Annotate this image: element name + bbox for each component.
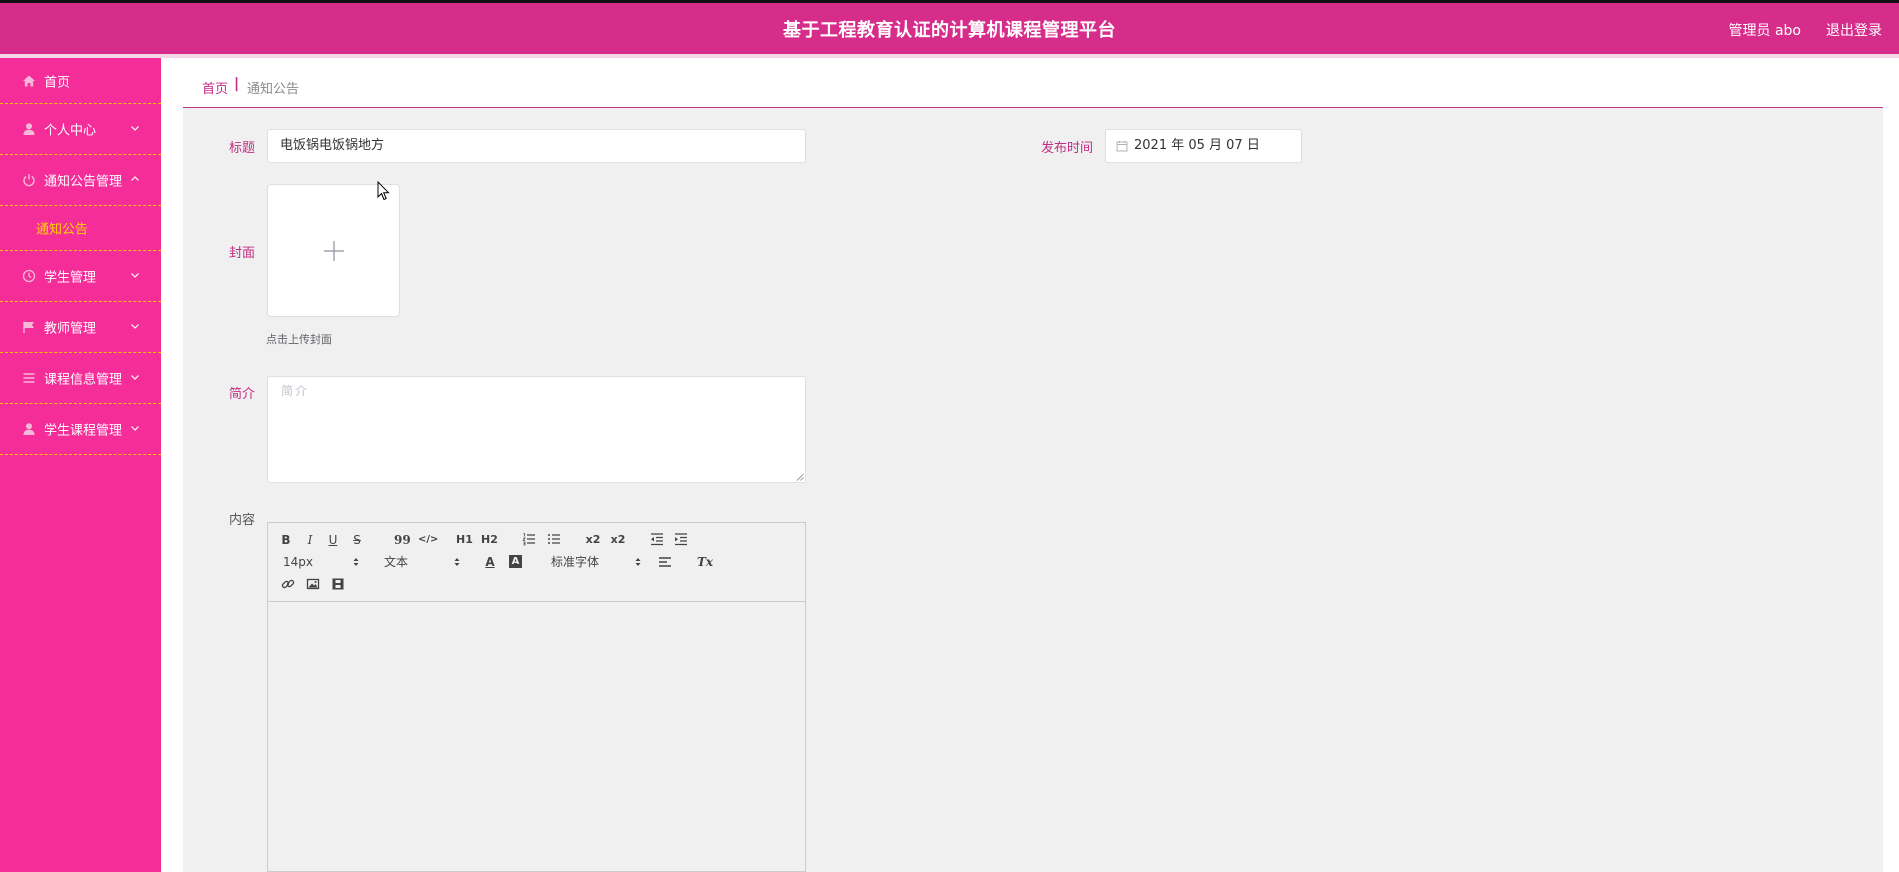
background-color-button[interactable]: A [509,555,522,568]
home-icon [22,74,36,88]
italic-button[interactable]: I [305,532,315,548]
block-type-select[interactable]: 文本 [384,554,460,570]
publish-date-value: 2021 年 05 月 07 日 [1134,138,1260,153]
sidebar-item-label: 课程信息管理 [44,372,123,388]
clean-format-button[interactable]: Tx [697,554,713,570]
font-family-select[interactable]: 标准字体 [551,554,641,570]
top-header: 基于工程教育认证的计算机课程管理平台 管理员 abo 退出登录 [0,3,1899,54]
video-button[interactable] [331,577,345,593]
font-size-value: 14px [283,555,313,569]
editor-toolbar: B I U S 99 </> H1 H2 x2 x2 14px 文本 A A 标… [268,523,805,602]
sidebar-subitem-label: 通知公告 [36,222,89,238]
content-label: 内容 [229,513,256,528]
chevron-down-icon [130,372,140,382]
sidebar-item-label: 通知公告管理 [44,174,123,190]
plus-icon [323,240,345,262]
sidebar-item-label: 学生管理 [44,270,97,286]
power-icon [22,173,36,187]
sidebar-item-student-management[interactable]: 学生管理 [0,251,161,302]
intro-textarea[interactable]: 简介 [267,376,806,483]
publish-date-label: 发布时间 [1041,141,1094,156]
sidebar-item-notice-management[interactable]: 通知公告管理 [0,155,161,206]
title-label: 标题 [229,141,256,156]
clock-icon [22,269,36,283]
bold-button[interactable]: B [281,532,291,548]
chevron-down-icon [130,123,140,133]
font-size-select[interactable]: 14px [283,554,359,570]
chevron-down-icon [130,270,140,280]
font-color-button[interactable]: A [483,554,497,570]
app-title: 基于工程教育认证的计算机课程管理平台 [783,20,1116,41]
sidebar-item-student-course-management[interactable]: 学生课程管理 [0,404,161,455]
header-1-button[interactable]: H1 [456,532,473,548]
breadcrumb-current: 通知公告 [247,82,300,97]
cover-upload-tip: 点击上传封面 [266,333,332,346]
sidebar-item-label: 个人中心 [44,123,97,139]
outdent-button[interactable] [650,532,664,548]
chevron-down-icon [130,321,140,331]
breadcrumb-separator: | [234,76,240,92]
sidebar: 首页 个人中心 通知公告管理 通知公告 学生管理 教师管理 课程信息管理 学生课… [0,58,161,872]
sidebar-subitem-notice[interactable]: 通知公告 [0,206,161,251]
align-button[interactable] [658,555,672,571]
indent-button[interactable] [674,532,688,548]
cover-label: 封面 [229,246,256,261]
editor-body[interactable] [268,603,805,871]
flag-icon [22,320,36,334]
intro-label: 简介 [229,387,256,402]
subscript-button[interactable]: x2 [585,532,601,548]
font-family-value: 标准字体 [551,555,600,569]
sidebar-item-teacher-management[interactable]: 教师管理 [0,302,161,353]
ordered-list-button[interactable] [522,532,536,548]
calendar-icon [1116,140,1128,152]
sidebar-item-course-info-management[interactable]: 课程信息管理 [0,353,161,404]
publish-date-picker[interactable]: 2021 年 05 月 07 日 [1105,129,1302,163]
title-field[interactable]: 电饭锅电饭锅地方 [267,129,806,163]
strike-button[interactable]: S [352,532,362,548]
bullet-list-button[interactable] [547,532,561,548]
resize-grip-icon [796,473,804,481]
sidebar-item-profile[interactable]: 个人中心 [0,104,161,155]
select-arrows-icon [353,556,359,568]
user-icon [22,422,36,436]
logout-link[interactable]: 退出登录 [1826,20,1882,40]
code-block-button[interactable]: </> [418,532,438,548]
sidebar-item-label: 学生课程管理 [44,423,123,439]
user-icon [22,122,36,136]
block-type-value: 文本 [384,555,409,569]
select-arrows-icon [454,556,460,568]
chevron-up-icon [130,174,140,184]
select-arrows-icon [635,556,641,568]
rich-text-editor: B I U S 99 </> H1 H2 x2 x2 14px 文本 A A 标… [267,522,806,872]
cover-uploader[interactable] [267,184,400,317]
underline-button[interactable]: U [328,532,338,548]
sidebar-item-label: 教师管理 [44,321,97,337]
blockquote-button[interactable]: 99 [394,532,411,548]
current-user: 管理员 abo [1728,23,1801,39]
breadcrumb-home-link[interactable]: 首页 [202,78,228,97]
list-icon [22,371,36,385]
intro-placeholder: 简介 [281,384,310,398]
image-button[interactable] [306,577,320,593]
breadcrumb: 首页 | 通知公告 [183,58,1883,108]
link-button[interactable] [281,577,295,593]
header-2-button[interactable]: H2 [481,532,498,548]
mouse-cursor-icon [377,181,390,201]
superscript-button[interactable]: x2 [610,532,626,548]
sidebar-item-home[interactable]: 首页 [0,58,161,104]
sidebar-item-label: 首页 [44,75,71,90]
chevron-down-icon [130,423,140,433]
